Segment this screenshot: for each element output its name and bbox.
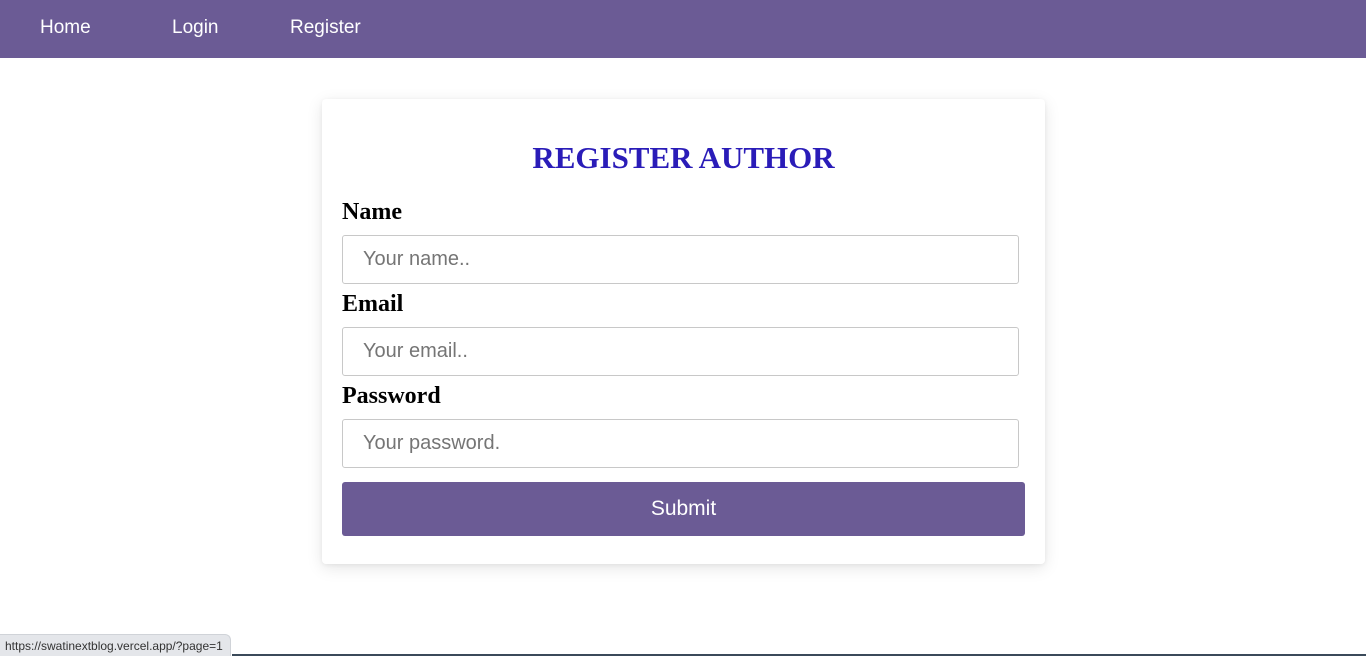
register-card: REGISTER AUTHOR Name Email Password Subm…	[322, 99, 1045, 564]
password-label: Password	[342, 383, 441, 409]
email-field[interactable]	[342, 327, 1019, 376]
password-field[interactable]	[342, 419, 1019, 468]
top-navbar: Home Login Register	[0, 0, 1366, 58]
nav-link-register[interactable]: Register	[290, 16, 361, 40]
name-field[interactable]	[342, 235, 1019, 284]
status-bar-url: https://swatinextblog.vercel.app/?page=1	[0, 634, 231, 656]
email-label: Email	[342, 291, 404, 317]
page-title: REGISTER AUTHOR	[532, 140, 835, 175]
name-label: Name	[342, 199, 402, 225]
nav-link-home[interactable]: Home	[40, 16, 91, 40]
nav-link-login[interactable]: Login	[172, 16, 219, 40]
submit-button[interactable]: Submit	[342, 482, 1025, 536]
